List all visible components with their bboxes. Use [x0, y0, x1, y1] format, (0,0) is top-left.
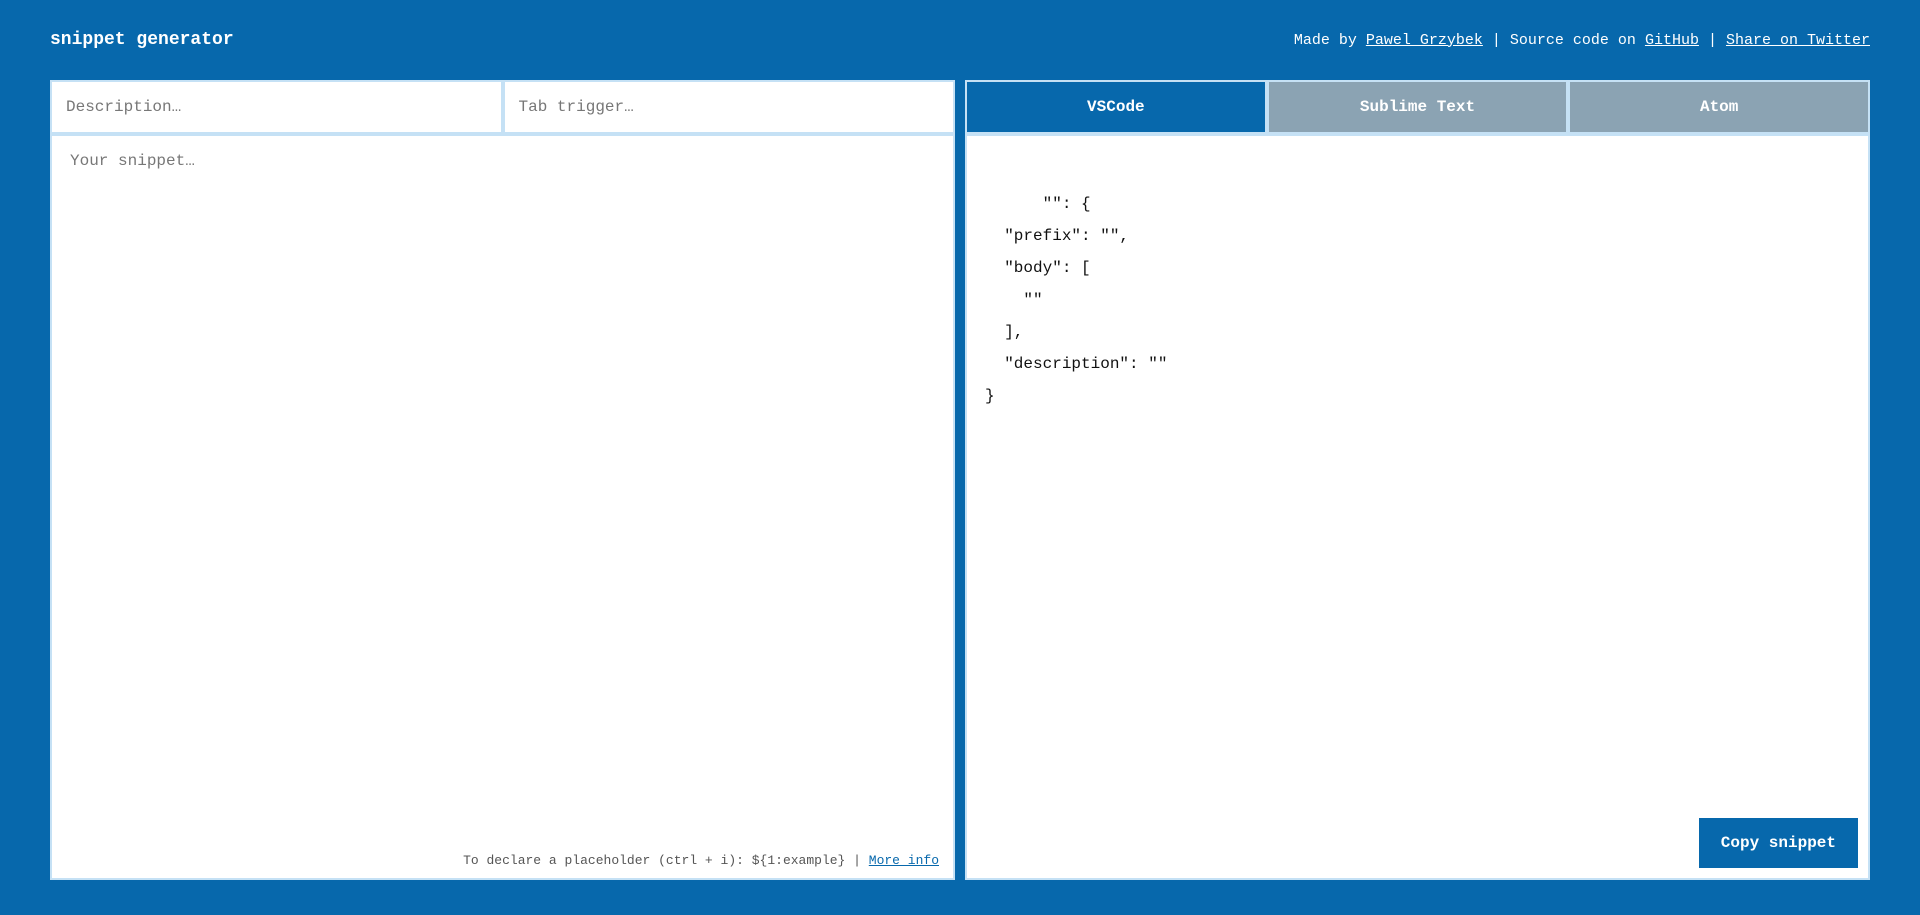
header: snippet generator Made by Pawel Grzybek … [0, 0, 1920, 80]
separator: | [1699, 32, 1726, 49]
main: To declare a placeholder (ctrl + i): ${1… [0, 80, 1920, 915]
tab-atom[interactable]: Atom [1570, 82, 1868, 132]
hint-text: To declare a placeholder (ctrl + i): ${1… [463, 853, 853, 868]
separator: | [1483, 32, 1510, 49]
trigger-input[interactable] [505, 82, 954, 132]
header-links: Made by Pawel Grzybek | Source code on G… [1294, 32, 1870, 49]
twitter-link[interactable]: Share on Twitter [1726, 32, 1870, 49]
hint-sep: | [853, 853, 869, 868]
made-by-text: Made by [1294, 32, 1366, 49]
tab-vscode[interactable]: VSCode [967, 82, 1265, 132]
source-text: Source code on [1510, 32, 1645, 49]
output-panel: VSCode Sublime Text Atom "": { "prefix":… [965, 80, 1870, 880]
page-title: snippet generator [50, 30, 234, 50]
tab-sublime[interactable]: Sublime Text [1269, 82, 1567, 132]
input-panel: To declare a placeholder (ctrl + i): ${1… [50, 80, 955, 880]
input-row [52, 82, 953, 132]
tabs: VSCode Sublime Text Atom [967, 82, 1868, 132]
github-link[interactable]: GitHub [1645, 32, 1699, 49]
description-input[interactable] [52, 82, 501, 132]
placeholder-hint: To declare a placeholder (ctrl + i): ${1… [52, 843, 953, 878]
output-code: "": { "prefix": "", "body": [ "" ], "des… [967, 136, 1868, 878]
code-output: "": { "prefix": "", "body": [ "" ], "des… [985, 195, 1167, 405]
copy-button[interactable]: Copy snippet [1699, 818, 1858, 868]
snippet-body: To declare a placeholder (ctrl + i): ${1… [52, 136, 953, 878]
author-link[interactable]: Pawel Grzybek [1366, 32, 1483, 49]
snippet-textarea[interactable] [52, 136, 953, 843]
more-info-link[interactable]: More info [869, 853, 939, 868]
